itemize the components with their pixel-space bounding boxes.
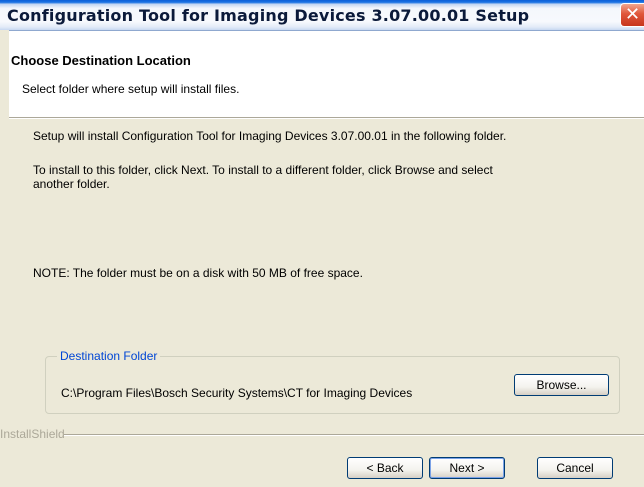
- header-panel: Choose Destination Location Select folde…: [9, 31, 644, 117]
- footer-divider: [64, 434, 644, 436]
- browse-button[interactable]: Browse...: [514, 374, 609, 396]
- next-button[interactable]: Next >: [429, 457, 505, 479]
- instructions-text-line1: To install to this folder, click Next. T…: [33, 163, 493, 177]
- title-bar[interactable]: Configuration Tool for Imaging Devices 3…: [0, 0, 644, 31]
- close-button[interactable]: ✕: [620, 3, 644, 27]
- back-button[interactable]: < Back: [347, 457, 423, 479]
- window-title: Configuration Tool for Imaging Devices 3…: [7, 6, 530, 25]
- install-info-text: Setup will install Configuration Tool fo…: [33, 129, 507, 143]
- installshield-brand: InstallShield: [0, 427, 65, 441]
- page-subtitle: Select folder where setup will install f…: [22, 82, 240, 96]
- disk-space-note: NOTE: The folder must be on a disk with …: [33, 266, 363, 280]
- window-left-border: [0, 30, 9, 487]
- instructions-text-line2: another folder.: [33, 177, 110, 191]
- page-title: Choose Destination Location: [11, 53, 191, 68]
- header-divider: [9, 117, 644, 119]
- cancel-button[interactable]: Cancel: [537, 457, 613, 479]
- destination-path: C:\Program Files\Bosch Security Systems\…: [61, 386, 413, 400]
- destination-folder-label: Destination Folder: [57, 349, 161, 363]
- close-icon: ✕: [625, 4, 641, 25]
